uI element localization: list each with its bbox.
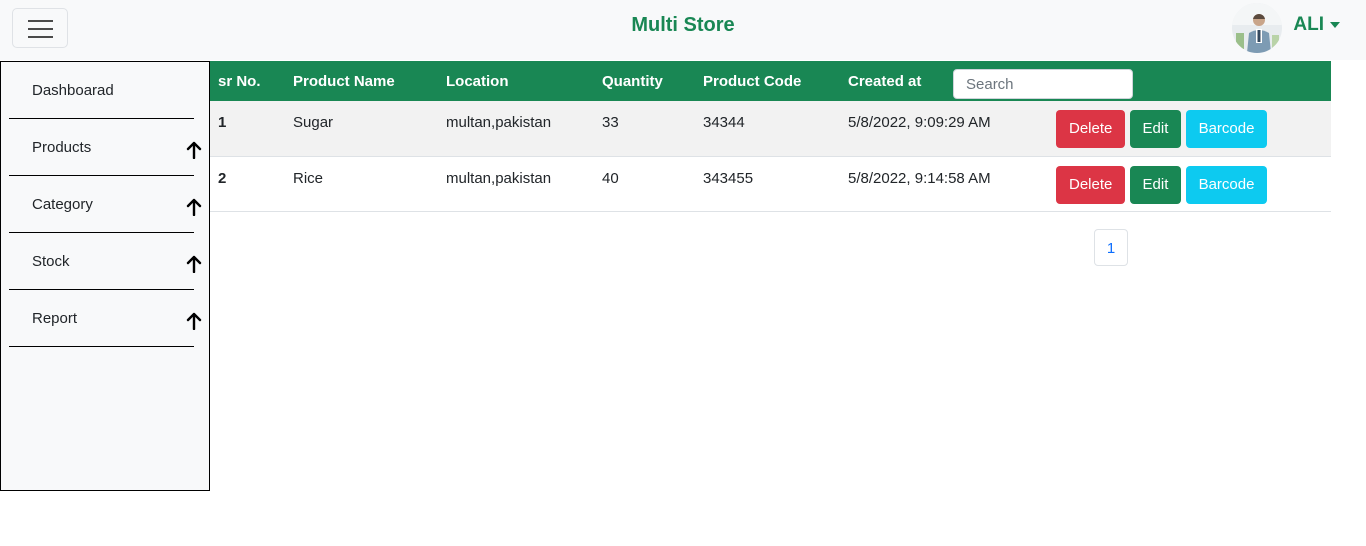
edit-button[interactable]: Edit <box>1129 165 1182 204</box>
arrow-up-icon <box>186 312 202 330</box>
search-input[interactable] <box>953 69 1133 99</box>
sidebar-item-products[interactable]: Products <box>9 119 202 176</box>
top-navbar: Multi Store ALI <box>0 0 1366 60</box>
barcode-button[interactable]: Barcode <box>1185 165 1268 204</box>
sidebar-item-label: Stock <box>32 253 70 270</box>
sidebar-item-label: Dashboarad <box>32 82 114 99</box>
sidebar-item-category[interactable]: Category <box>9 176 202 233</box>
delete-button[interactable]: Delete <box>1056 110 1126 148</box>
column-header-product-name[interactable]: Product Name <box>285 61 438 101</box>
sidebar-item-label: Products <box>32 139 92 156</box>
user-avatar <box>1232 3 1283 53</box>
caret-down-icon <box>1330 22 1340 28</box>
arrow-up-icon <box>186 255 202 273</box>
cell-sr: 2 <box>218 169 227 187</box>
sidebar-item-label: Category <box>32 196 93 213</box>
sidebar-item-stock[interactable]: Stock <box>9 233 202 290</box>
cell-created-at: 5/8/2022, 9:09:29 AM <box>848 114 991 131</box>
cell-product-code: 34344 <box>703 114 745 131</box>
cell-actions: Delete Edit Barcode <box>1048 156 1331 211</box>
cell-location: multan,pakistan <box>446 169 552 187</box>
cell-quantity: 40 <box>602 169 619 187</box>
user-name: ALI <box>1293 14 1324 35</box>
column-header-sr[interactable]: sr No. <box>210 61 285 101</box>
cell-product-code: 343455 <box>703 169 754 187</box>
cell-sr: 1 <box>218 114 227 131</box>
cell-location: multan,pakistan <box>446 114 552 131</box>
delete-button[interactable]: Delete <box>1056 165 1126 204</box>
sidebar-item-label: Report <box>32 310 78 327</box>
cell-actions: Delete Edit Barcode <box>1048 101 1331 156</box>
arrow-up-icon <box>186 141 202 159</box>
pagination-page-button[interactable]: 1 <box>1094 229 1128 266</box>
products-table-container: sr No. Product Name Location Quantity Pr… <box>210 61 1331 212</box>
barcode-button[interactable]: Barcode <box>1185 110 1268 148</box>
table-row: 2 Rice multan,pakistan 40 343455 5/8/202… <box>210 156 1331 211</box>
cell-quantity: 33 <box>602 114 619 131</box>
edit-button[interactable]: Edit <box>1129 110 1182 148</box>
table-header-row: sr No. Product Name Location Quantity Pr… <box>210 61 1331 101</box>
cell-created-at: 5/8/2022, 9:14:58 AM <box>848 169 991 187</box>
brand-title[interactable]: Multi Store <box>631 14 734 36</box>
products-table: sr No. Product Name Location Quantity Pr… <box>210 61 1331 212</box>
sidebar: Dashboarad Products Category Stock Repor… <box>0 61 210 491</box>
column-header-product-code[interactable]: Product Code <box>695 61 840 101</box>
cell-product-name: Rice <box>293 169 324 187</box>
sidebar-item-report[interactable]: Report <box>9 290 202 347</box>
table-row: 1 Sugar multan,pakistan 33 34344 5/8/202… <box>210 101 1331 156</box>
arrow-up-icon <box>186 198 202 216</box>
brand-title-container: Multi Store <box>0 14 1366 37</box>
user-menu-dropdown[interactable]: ALI <box>1232 3 1340 53</box>
sidebar-item-dashboard[interactable]: Dashboarad <box>9 62 194 119</box>
column-header-location[interactable]: Location <box>438 61 594 101</box>
cell-product-name: Sugar <box>293 114 334 131</box>
column-header-quantity[interactable]: Quantity <box>594 61 695 101</box>
